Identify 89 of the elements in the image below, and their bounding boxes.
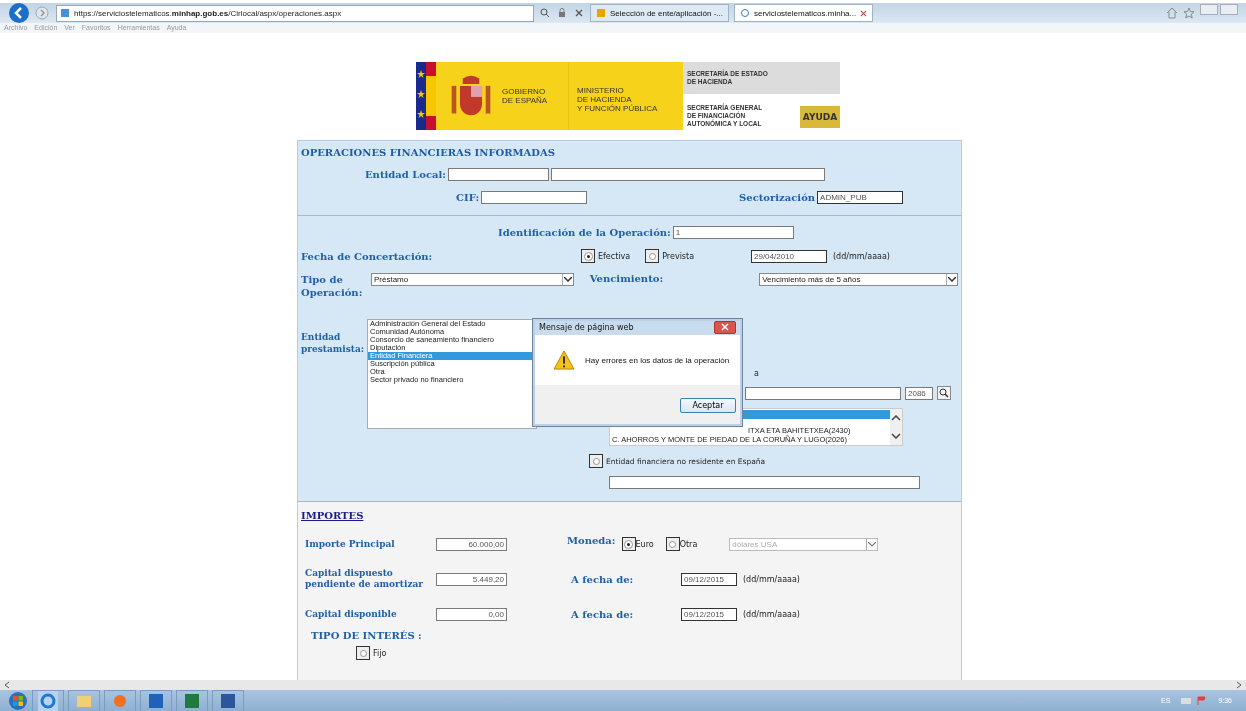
radio-label: Otra <box>679 539 698 549</box>
media-taskbar-icon[interactable] <box>104 689 136 711</box>
input-field[interactable] <box>481 191 588 204</box>
warning-icon <box>553 350 575 370</box>
date-field[interactable]: 29/04/2010 <box>751 249 827 263</box>
close-tab-icon[interactable] <box>860 9 868 17</box>
government-name: GOBIERNO DE ESPAÑA <box>502 87 548 105</box>
close-icon[interactable] <box>574 8 584 18</box>
flag-icon[interactable] <box>1196 695 1209 706</box>
date-format-hint: (dd/mm/aaaa) <box>743 609 800 619</box>
date-field[interactable]: 09/12/2015 <box>681 572 737 586</box>
scroll-up-icon[interactable] <box>891 415 901 421</box>
input-field[interactable]: ADMIN_PUB <box>817 191 904 204</box>
date-format-hint: (dd/mm/aaaa) <box>743 574 800 584</box>
browser-tab[interactable]: serviciostelematicos.minha... <box>733 4 874 22</box>
caret-icon <box>946 274 957 285</box>
close-icon <box>721 323 729 331</box>
section-title: TIPO DE INTERÉS : <box>311 630 423 641</box>
field-label: Capital dispuesto pendiente de amortizar <box>304 568 425 590</box>
loading-icon <box>739 8 750 18</box>
mail-taskbar-icon[interactable] <box>140 689 172 711</box>
radio-button[interactable] <box>621 537 636 551</box>
field-label: CIF: <box>456 192 480 203</box>
input-field[interactable] <box>551 168 825 181</box>
ministry-name: MINISTERIO DE HACIENDA Y FUNCIÓN PÚBLICA <box>568 62 683 130</box>
section-title: OPERACIONES FINANCIERAS INFORMADAS <box>301 147 556 158</box>
home-icon[interactable] <box>1166 7 1178 19</box>
amount-field[interactable]: 0,00 <box>436 607 507 621</box>
field-label: A fecha de: <box>571 573 635 585</box>
field-label: Vencimiento: <box>589 273 664 284</box>
radio-label: Fijo <box>373 648 387 658</box>
field-label: Entidad Local: <box>365 169 446 180</box>
radio-label: Euro <box>635 539 654 549</box>
help-button[interactable]: AYUDA <box>800 106 840 128</box>
folder-taskbar-icon[interactable] <box>68 689 100 711</box>
radio-button[interactable] <box>645 249 660 263</box>
app-icon <box>596 8 606 18</box>
code-field[interactable]: 2086 <box>905 386 933 400</box>
field-label: Tipo de Operación: <box>301 273 364 299</box>
browser-taskbar-icon[interactable] <box>32 689 64 711</box>
input-field[interactable] <box>745 386 901 400</box>
radio-button[interactable] <box>589 454 603 468</box>
forward-button[interactable] <box>35 6 49 20</box>
field-label: Entidad prestamista: <box>301 331 366 355</box>
scroll-right-icon[interactable] <box>1236 681 1242 689</box>
flag-drawing <box>416 62 436 130</box>
caret-icon <box>561 274 573 285</box>
start-button[interactable] <box>8 690 28 711</box>
input-field[interactable] <box>448 168 549 181</box>
input-field[interactable] <box>609 476 920 489</box>
document-taskbar-icon[interactable] <box>212 689 244 711</box>
scroll-left-icon[interactable] <box>4 681 10 689</box>
input-field[interactable]: 1 <box>672 226 794 239</box>
caret-icon <box>866 538 878 550</box>
lock-icon[interactable] <box>557 8 567 18</box>
field-label: A fecha de: <box>571 608 635 620</box>
scroll-down-icon[interactable] <box>891 433 901 439</box>
page-icon <box>60 8 70 18</box>
field-label: Identificación de la Operación: <box>498 227 671 238</box>
dialog-message: Hay errores en los datos de la operación <box>585 355 730 365</box>
date-field[interactable]: 09/12/2015 <box>681 607 737 621</box>
field-label: Fecha de Concertación: <box>301 250 434 262</box>
field-label: Moneda: <box>567 534 616 546</box>
dropdown[interactable]: Préstamo <box>371 273 574 286</box>
spreadsheet-taskbar-icon[interactable] <box>176 689 208 711</box>
dropdown[interactable]: Vencimiento más de 5 años <box>759 273 958 286</box>
radio-button[interactable] <box>356 646 370 660</box>
dialog-title: Mensaje de página web <box>539 322 634 332</box>
radio-button[interactable] <box>665 537 680 551</box>
field-label: Sectorización <box>739 192 816 203</box>
field-label: Importe Principal <box>304 538 396 550</box>
radio-label: Prevista <box>662 251 695 261</box>
back-button[interactable] <box>8 2 30 24</box>
section-link[interactable]: IMPORTES <box>301 510 958 521</box>
radio-label: Efectiva <box>598 251 631 261</box>
search-button[interactable] <box>937 386 951 400</box>
address-field[interactable]: https://serviciostelematicos.minhap.gob.es/Cirlocal/aspx/operaciones.aspx <box>56 4 534 22</box>
browser-tab[interactable]: Selección de ente/aplicación -... <box>590 4 729 22</box>
field-label: Capital disponible <box>304 608 398 620</box>
accept-button[interactable]: Aceptar <box>680 398 736 413</box>
horizontal-scrollbar[interactable] <box>0 680 1246 690</box>
star-icon[interactable] <box>1183 7 1195 19</box>
amount-field[interactable]: 5.449,20 <box>436 572 507 586</box>
search-icon[interactable] <box>540 8 550 18</box>
amount-field[interactable]: 60.000,00 <box>436 537 507 551</box>
date-format-hint: (dd/mm/aaaa) <box>833 251 890 261</box>
close-button[interactable] <box>714 320 736 334</box>
radio-button[interactable] <box>581 249 595 263</box>
field-label: a <box>754 369 759 378</box>
